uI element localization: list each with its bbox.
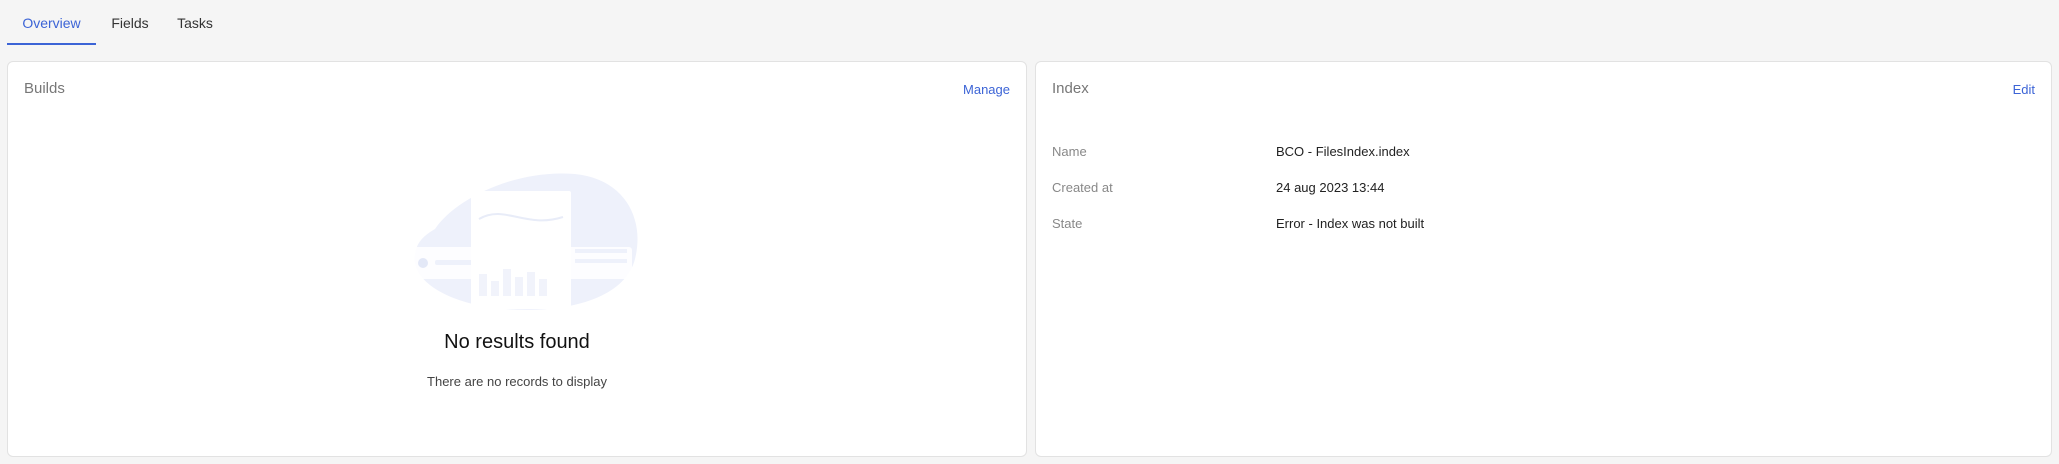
active-tab-indicator	[7, 43, 96, 45]
tab-fields[interactable]: Fields	[100, 0, 160, 46]
manage-link[interactable]: Manage	[963, 82, 1010, 97]
empty-state-subtitle: There are no records to display	[427, 374, 607, 389]
tab-bar: Overview Fields Tasks	[0, 0, 2059, 46]
builds-card: Builds Manage No results found There are…	[7, 61, 1027, 457]
name-value: BCO - FilesIndex.index	[1276, 144, 1410, 159]
created-at-label: Created at	[1052, 180, 1113, 195]
state-value: Error - Index was not built	[1276, 216, 1425, 231]
empty-state-illustration-icon	[407, 173, 638, 310]
state-label: State	[1052, 216, 1083, 231]
index-title: Index	[1052, 80, 1089, 97]
builds-title: Builds	[24, 80, 65, 97]
edit-link[interactable]: Edit	[2013, 82, 2035, 97]
index-card: Index Edit Name BCO - FilesIndex.index C…	[1035, 61, 2052, 457]
tab-overview[interactable]: Overview	[7, 0, 96, 46]
tab-tasks[interactable]: Tasks	[165, 0, 225, 46]
name-label: Name	[1052, 144, 1087, 159]
created-at-value: 24 aug 2023 13:44	[1276, 180, 1385, 195]
empty-state-title: No results found	[444, 331, 590, 353]
